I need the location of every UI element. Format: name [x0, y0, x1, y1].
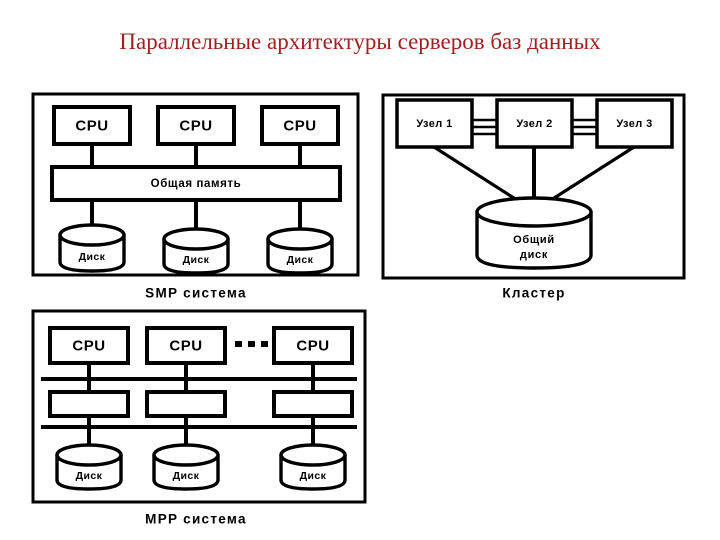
smp-cpu-label-3: CPU	[283, 117, 316, 134]
mpp-disk-1: Диск	[55, 443, 123, 491]
mpp-ellipsis-icon	[235, 341, 268, 347]
mpp-disk-2: Диск	[152, 443, 220, 491]
mpp-cpu-label-1: CPU	[72, 337, 105, 354]
cluster-node-label-3: Узел 3	[616, 118, 652, 130]
smp-shared-memory-label: Общая память	[151, 178, 242, 190]
smp-disk-label-2: Диск	[183, 254, 210, 266]
mpp-disk-3: Диск	[279, 443, 347, 491]
mpp-memory-box-2	[145, 390, 227, 418]
cluster-shared-disk-label-2: диск	[520, 249, 548, 261]
cluster-diagram: Узел 1 Узел 2 Узел 3 Общий диск Кластер	[381, 93, 686, 301]
mpp-diagram: CPU CPU CPU Диск Диск Диск MPP система	[31, 309, 367, 527]
mpp-disk-label-2: Диск	[173, 470, 200, 482]
cluster-node-label-1: Узел 1	[416, 118, 452, 130]
smp-disk-label-3: Диск	[287, 254, 314, 266]
architecture-diagram: CPU CPU CPU Общая память Диск Диск Диск	[31, 92, 686, 527]
mpp-disk-label-3: Диск	[300, 470, 327, 482]
mpp-caption: MPP система	[145, 512, 247, 527]
smp-diagram: CPU CPU CPU Общая память Диск Диск Диск	[31, 92, 360, 301]
cluster-caption: Кластер	[502, 286, 565, 301]
smp-disk-1: Диск	[58, 223, 126, 273]
mpp-disk-label-1: Диск	[76, 470, 103, 482]
slide-canvas: Параллельные архитектуры серверов баз да…	[0, 0, 720, 540]
smp-disk-label-1: Диск	[79, 251, 106, 263]
mpp-cpu-label-2: CPU	[169, 337, 202, 354]
cluster-shared-disk: Общий диск	[475, 196, 593, 270]
cluster-node-label-2: Узел 2	[516, 118, 552, 130]
mpp-memory-box-3	[272, 390, 354, 418]
cluster-shared-disk-label-1: Общий	[513, 234, 555, 246]
mpp-memory-box-1	[48, 390, 130, 418]
smp-cpu-label-1: CPU	[75, 117, 108, 134]
smp-disk-2: Диск	[162, 227, 230, 275]
smp-caption: SMP система	[145, 286, 247, 301]
mpp-cpu-label-3: CPU	[296, 337, 329, 354]
smp-cpu-label-2: CPU	[179, 117, 212, 134]
smp-disk-3: Диск	[266, 227, 334, 275]
